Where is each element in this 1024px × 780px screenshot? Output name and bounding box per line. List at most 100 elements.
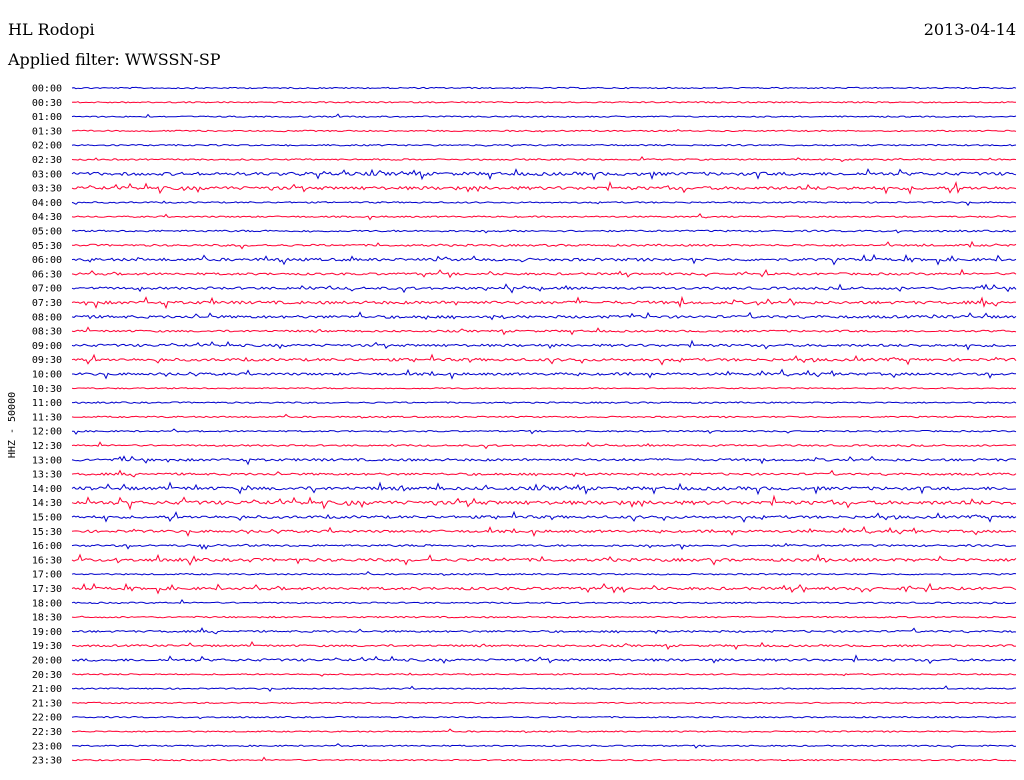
time-tick-label: 14:00 bbox=[32, 484, 62, 495]
time-tick-label: 11:30 bbox=[32, 412, 62, 423]
time-tick-label: 05:00 bbox=[32, 227, 62, 238]
time-tick-label: 23:30 bbox=[32, 756, 62, 767]
trace-line bbox=[71, 156, 1017, 163]
time-tick-label: 01:00 bbox=[32, 112, 62, 123]
trace-line bbox=[71, 326, 1017, 336]
time-tick-label: 05:30 bbox=[32, 241, 62, 252]
time-tick-label: 13:00 bbox=[32, 455, 62, 466]
trace-line bbox=[71, 701, 1017, 705]
time-tick-label: 22:00 bbox=[32, 713, 62, 724]
trace-line bbox=[71, 481, 1017, 496]
time-tick-labels: 00:00 00:30 01:00 01:30 02:00 02:30 03:00 03:30… bbox=[32, 84, 62, 767]
time-tick-label: 03:30 bbox=[32, 184, 62, 195]
trace-line bbox=[71, 311, 1017, 321]
time-tick-label: 06:30 bbox=[32, 269, 62, 280]
trace-line bbox=[71, 553, 1017, 566]
trace-line bbox=[71, 615, 1017, 619]
time-tick-label: 12:30 bbox=[32, 441, 62, 452]
trace-line bbox=[71, 728, 1017, 734]
time-tick-label: 01:30 bbox=[32, 126, 62, 137]
trace-line bbox=[71, 510, 1017, 523]
trace-line bbox=[71, 200, 1017, 207]
trace-line bbox=[71, 654, 1017, 665]
trace-line bbox=[71, 525, 1017, 538]
trace-line bbox=[71, 640, 1017, 651]
time-tick-label: 19:30 bbox=[32, 641, 62, 652]
time-tick-label: 08:30 bbox=[32, 327, 62, 338]
trace-line bbox=[71, 413, 1016, 419]
time-tick-label: 19:00 bbox=[32, 627, 62, 638]
time-tick-label: 22:30 bbox=[32, 727, 62, 738]
trace-line bbox=[71, 240, 1017, 250]
trace-line bbox=[71, 253, 1017, 266]
trace-line bbox=[71, 469, 1017, 478]
trace-line bbox=[71, 295, 1017, 310]
trace-line bbox=[71, 455, 1017, 466]
trace-line bbox=[71, 685, 1016, 693]
trace-line bbox=[71, 756, 1017, 762]
trace-line bbox=[71, 494, 1017, 511]
time-tick-label: 09:00 bbox=[32, 341, 62, 352]
trace-line bbox=[71, 672, 1017, 677]
trace-line bbox=[71, 113, 1017, 118]
trace-line bbox=[72, 401, 1017, 404]
trace-line bbox=[71, 598, 1017, 605]
time-tick-label: 20:00 bbox=[32, 656, 62, 667]
time-tick-label: 15:00 bbox=[32, 513, 62, 524]
time-tick-label: 11:00 bbox=[32, 398, 62, 409]
time-tick-label: 16:30 bbox=[32, 555, 62, 566]
time-tick-label: 03:00 bbox=[32, 169, 62, 180]
trace-line bbox=[71, 143, 1017, 147]
trace-line bbox=[71, 213, 1017, 221]
trace-line bbox=[71, 283, 1017, 294]
time-tick-label: 09:30 bbox=[32, 355, 62, 366]
time-tick-label: 08:00 bbox=[32, 312, 62, 323]
time-tick-label: 07:30 bbox=[32, 298, 62, 309]
trace-line bbox=[71, 86, 1017, 90]
trace-line bbox=[71, 101, 1016, 104]
trace-line bbox=[71, 743, 1017, 749]
trace-line bbox=[71, 353, 1017, 366]
time-tick-label: 04:30 bbox=[32, 212, 62, 223]
time-tick-label: 18:00 bbox=[32, 598, 62, 609]
time-tick-label: 00:00 bbox=[32, 84, 62, 95]
trace-line bbox=[71, 441, 1017, 450]
time-tick-label: 18:30 bbox=[32, 613, 62, 624]
time-tick-label: 04:00 bbox=[32, 198, 62, 209]
trace-line bbox=[71, 229, 1017, 234]
trace-line bbox=[71, 570, 1017, 576]
trace-line bbox=[72, 428, 1017, 435]
trace-line bbox=[71, 339, 1017, 351]
time-tick-label: 02:00 bbox=[32, 141, 62, 152]
time-tick-label: 21:00 bbox=[32, 684, 62, 695]
time-tick-label: 20:30 bbox=[32, 670, 62, 681]
trace-line bbox=[71, 168, 1017, 181]
time-tick-label: 23:00 bbox=[32, 741, 62, 752]
time-tick-label: 14:30 bbox=[32, 498, 62, 509]
trace-line bbox=[71, 268, 1017, 279]
trace-line bbox=[71, 180, 1017, 195]
seismogram-chart: 00:00 00:30 01:00 01:30 02:00 02:30 03:00 03:30… bbox=[7, 84, 1017, 767]
time-tick-label: 10:30 bbox=[32, 384, 62, 395]
time-tick-label: 16:00 bbox=[32, 541, 62, 552]
time-tick-label: 17:30 bbox=[32, 584, 62, 595]
y-axis-label: HHZ - 50000 bbox=[7, 392, 18, 458]
trace-line bbox=[72, 368, 1017, 380]
time-tick-label: 02:30 bbox=[32, 155, 62, 166]
trace-line bbox=[71, 387, 1017, 390]
time-tick-label: 10:00 bbox=[32, 370, 62, 381]
time-tick-label: 07:00 bbox=[32, 284, 62, 295]
time-tick-label: 12:00 bbox=[32, 427, 62, 438]
trace-line bbox=[71, 542, 1016, 550]
time-tick-label: 13:30 bbox=[32, 470, 62, 481]
time-tick-label: 15:30 bbox=[32, 527, 62, 538]
trace-line bbox=[71, 582, 1017, 595]
trace-line bbox=[71, 129, 1017, 133]
trace-line bbox=[71, 627, 1017, 635]
time-tick-label: 06:00 bbox=[32, 255, 62, 266]
trace-line bbox=[71, 715, 1017, 720]
time-tick-label: 00:30 bbox=[32, 98, 62, 109]
time-tick-label: 21:30 bbox=[32, 698, 62, 709]
trace-group bbox=[71, 86, 1017, 762]
time-tick-label: 17:00 bbox=[32, 570, 62, 581]
